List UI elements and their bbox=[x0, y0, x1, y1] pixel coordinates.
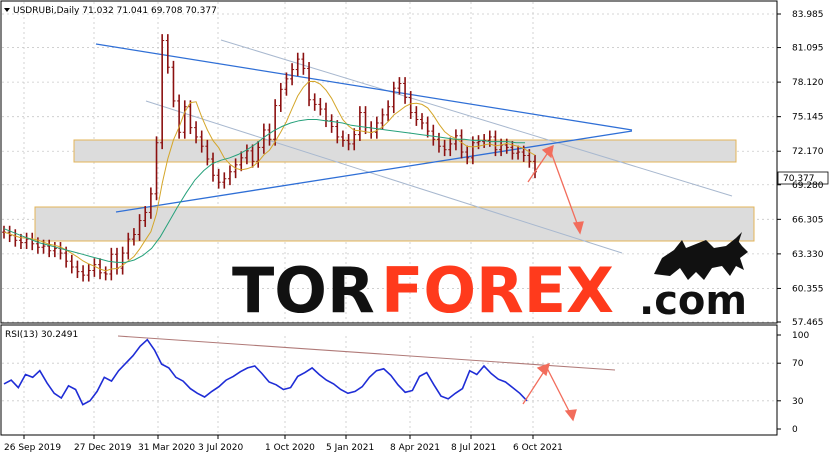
x-tick-label: 26 Sep 2019 bbox=[4, 443, 61, 453]
y-axis-rsi: 100 70 30 0 bbox=[777, 331, 809, 435]
rsi-title: RSI(13) 30.2491 bbox=[5, 330, 78, 340]
y-tick-label: 72.170 bbox=[792, 147, 824, 157]
x-tick-label: 8 Apr 2021 bbox=[390, 443, 440, 453]
y-tick-label: 66.305 bbox=[792, 215, 824, 225]
rsi-tick-label: 0 bbox=[792, 425, 798, 435]
x-tick-label: 8 Jul 2021 bbox=[451, 443, 496, 453]
x-tick-label: 5 Jan 2021 bbox=[326, 443, 374, 453]
x-tick-label: 1 Oct 2020 bbox=[265, 443, 315, 453]
y-axis-main: 83.985 81.095 78.120 75.145 72.170 69.280 66.3… bbox=[777, 10, 824, 328]
y-tick-label: 83.985 bbox=[792, 10, 824, 20]
resistance-zone bbox=[73, 139, 737, 163]
rsi-tick-label: 30 bbox=[792, 397, 804, 407]
ohlc-values: 71.032 71.041 69.708 70.377 bbox=[82, 6, 217, 16]
x-tick-label: 3 Jul 2020 bbox=[198, 443, 243, 453]
chart-canvas[interactable]: 70.377 83.98581.09578.12075.14572.17069.… bbox=[0, 0, 830, 456]
watermark-com: .com bbox=[639, 278, 747, 324]
x-tick-label: 31 Mar 2020 bbox=[138, 443, 195, 453]
svg-text:USDRUBi,Daily 71.032 71.041 6: USDRUBi,Daily 71.032 71.041 69.708 70.37… bbox=[13, 6, 217, 16]
rsi-tick-label: 100 bbox=[792, 331, 809, 341]
rsi-tick-label: 70 bbox=[792, 359, 804, 369]
y-tick-label: 63.330 bbox=[792, 250, 824, 260]
x-tick-label: 27 Dec 2019 bbox=[74, 443, 132, 453]
y-tick-label: 75.145 bbox=[792, 113, 824, 123]
symbol-timeframe: USDRUBi,Daily bbox=[13, 6, 80, 16]
watermark-forex: FOREX bbox=[381, 254, 614, 327]
watermark-tor: TOR bbox=[232, 254, 375, 327]
support-zone bbox=[34, 206, 755, 242]
y-tick-label: 78.120 bbox=[792, 78, 824, 88]
chart-window: 70.377 83.985 81.095 78.120 75.145 72.170 69.… bbox=[0, 0, 830, 456]
y-tick-label: 81.095 bbox=[792, 44, 824, 54]
y-tick-label: 57.465 bbox=[792, 318, 824, 328]
y-tick-label: 60.355 bbox=[792, 284, 824, 294]
x-tick-label: 6 Oct 2021 bbox=[513, 443, 563, 453]
x-axis: 26 Sep 2019 27 Dec 2019 31 Mar 2020 3 Jul 2… bbox=[4, 435, 563, 453]
y-tick-label: 69.280 bbox=[792, 181, 824, 191]
rsi-plot-frame bbox=[0, 324, 778, 436]
